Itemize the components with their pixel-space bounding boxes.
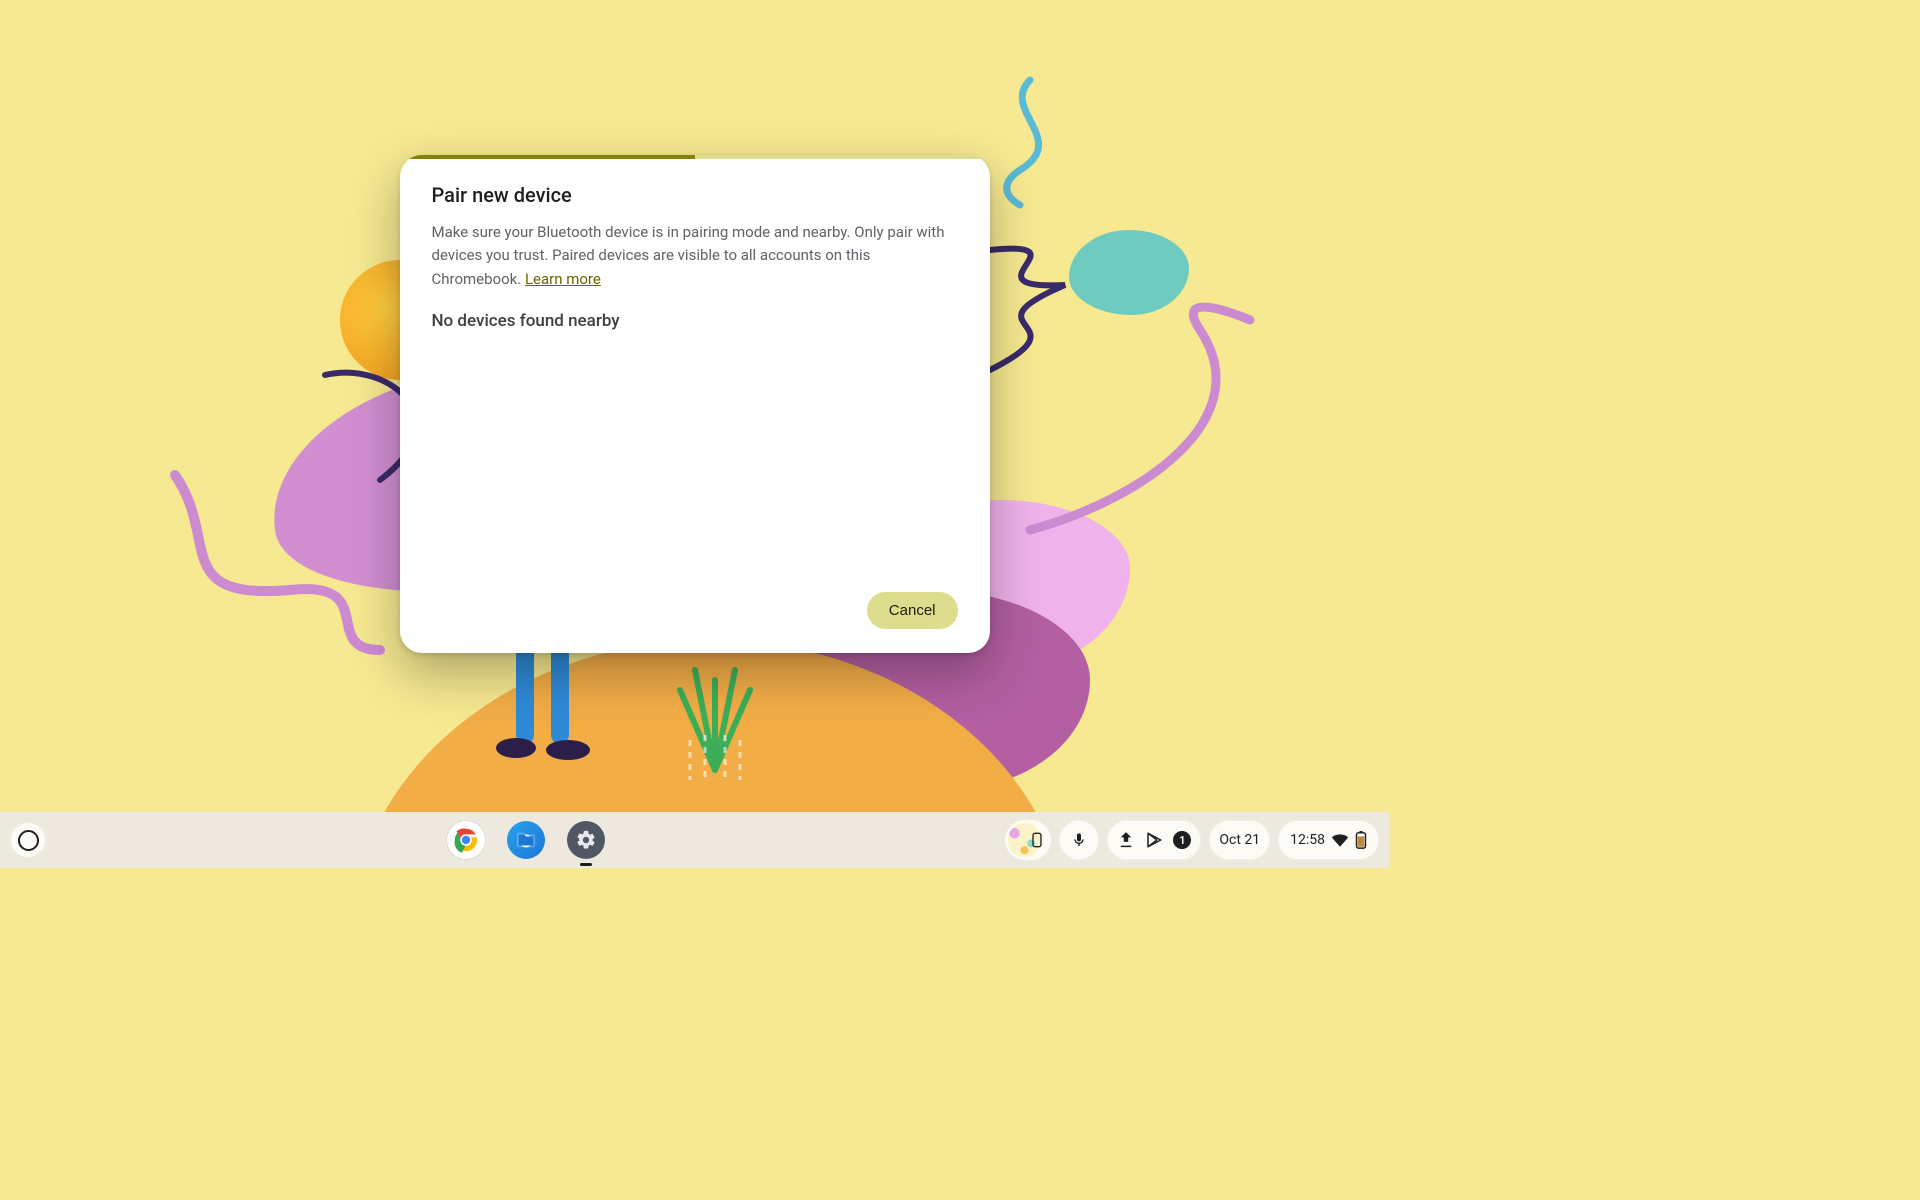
cancel-button[interactable]: Cancel	[867, 592, 958, 629]
cloud-upload-icon	[1117, 831, 1135, 849]
holding-space-button[interactable]	[1005, 820, 1051, 860]
learn-more-link[interactable]: Learn more	[525, 270, 601, 288]
battery-icon	[1355, 831, 1367, 849]
pair-device-dialog: Pair new device Make sure your Bluetooth…	[400, 155, 990, 653]
gear-icon	[575, 829, 597, 851]
modal-scrim: Pair new device Make sure your Bluetooth…	[0, 0, 1389, 868]
chrome-icon	[451, 825, 481, 855]
app-chrome[interactable]	[447, 821, 485, 859]
status-area[interactable]: 12:58	[1278, 820, 1379, 860]
folder-icon	[515, 829, 537, 851]
app-settings[interactable]	[567, 821, 605, 859]
date-label: Oct 21	[1219, 832, 1260, 848]
dictation-button[interactable]	[1059, 820, 1099, 860]
shelf-apps	[54, 821, 997, 859]
time-label: 12:58	[1290, 832, 1325, 848]
dialog-description-text: Make sure your Bluetooth device is in pa…	[432, 223, 945, 288]
dialog-actions: Cancel	[400, 592, 990, 653]
phone-outline-icon	[1029, 831, 1045, 849]
dialog-title: Pair new device	[432, 183, 958, 207]
launcher-icon	[18, 830, 39, 851]
wifi-icon	[1331, 831, 1349, 849]
shelf: 1 Oct 21 12:58	[0, 812, 1389, 868]
notification-count-badge: 1	[1173, 831, 1191, 849]
app-files[interactable]	[507, 821, 545, 859]
launcher-button[interactable]	[10, 822, 46, 858]
microphone-icon	[1071, 832, 1087, 848]
calendar-pill[interactable]: Oct 21	[1209, 820, 1270, 860]
notification-pill[interactable]: 1	[1107, 820, 1201, 860]
dialog-description: Make sure your Bluetooth device is in pa…	[432, 221, 958, 291]
progress-bar	[400, 155, 990, 159]
devices-status: No devices found nearby	[432, 311, 958, 331]
play-store-icon	[1145, 831, 1163, 849]
